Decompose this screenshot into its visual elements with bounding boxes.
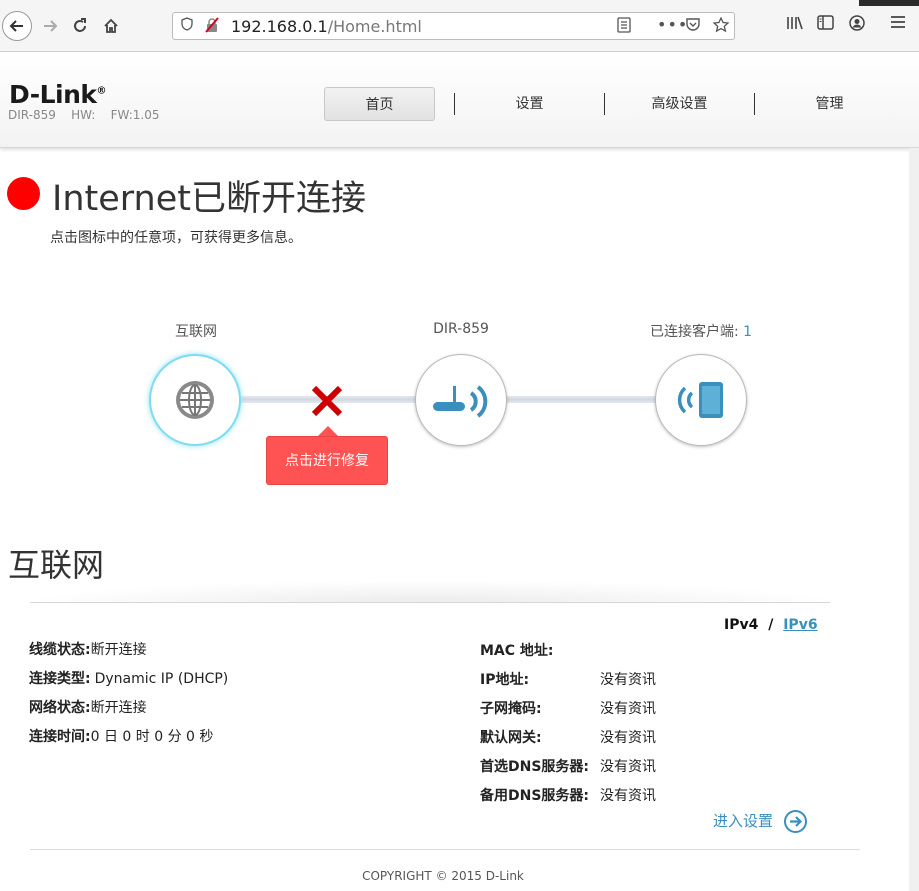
tab-advanced[interactable]: 高级设置: [624, 87, 735, 121]
info-value: 没有资讯: [600, 759, 656, 775]
page-scrollbar[interactable]: [909, 148, 919, 891]
goto-settings-link[interactable]: 进入设置: [713, 810, 773, 831]
info-key: 备用DNS服务器:: [480, 788, 590, 804]
info-key: 连接类型:: [29, 671, 91, 687]
tablet-icon: [677, 382, 723, 418]
url-path: /Home.html: [327, 17, 422, 36]
footer-divider: [30, 849, 860, 850]
info-key: 子网掩码:: [480, 701, 542, 717]
page-subtitle: 点击图标中的任意项，可获得更多信息。: [50, 230, 302, 246]
clients-label-text: 已连接客户端:: [649, 324, 744, 340]
info-value: 断开连接: [90, 700, 147, 716]
info-value: 0 日 0 时 0 分 0 秒: [90, 729, 214, 745]
info-row: 网络状态:断开连接: [29, 697, 147, 717]
model-info: DIR-859 HW: FW:1.05: [8, 108, 159, 122]
fw-label: FW:1.05: [110, 108, 160, 122]
url-host: 192.168.0.1: [231, 17, 328, 36]
info-row: 连接类型: Dynamic IP (DHCP): [29, 668, 228, 688]
info-key: 网络状态:: [29, 700, 91, 716]
copyright-text: COPYRIGHT © 2015 D-Link: [362, 869, 524, 883]
model-name: DIR-859: [8, 108, 56, 122]
repair-button[interactable]: 点击进行修复: [266, 436, 388, 485]
router-node[interactable]: [415, 354, 507, 446]
sidebar-icon[interactable]: [817, 15, 834, 34]
library-icon[interactable]: [786, 15, 804, 35]
info-key: 线缆状态:: [29, 642, 91, 658]
info-row: 线缆状态:断开连接: [29, 639, 147, 659]
address-bar[interactable]: 192.168.0.1/Home.html •••: [172, 12, 735, 40]
section-shadow: [30, 580, 830, 602]
reader-view-icon[interactable]: [617, 17, 631, 37]
internet-node-label: 互联网: [175, 324, 217, 340]
arrow-circle-right-icon[interactable]: [784, 810, 807, 833]
home-icon: [104, 18, 118, 33]
browser-toolbar: 192.168.0.1/Home.html •••: [0, 0, 919, 52]
clients-node-label: 已连接客户端: 1: [640, 321, 762, 341]
info-key: 默认网关:: [480, 730, 542, 746]
router-clients-link: [505, 396, 660, 403]
info-value: 断开连接: [90, 642, 147, 658]
back-button[interactable]: [2, 11, 32, 41]
router-node-label: DIR-859: [433, 321, 489, 337]
dlink-logo: D-Link®: [9, 80, 107, 109]
tab-management[interactable]: 管理: [774, 87, 885, 121]
forward-button[interactable]: [36, 12, 64, 40]
hw-label: HW:: [71, 108, 96, 122]
more-actions-icon[interactable]: •••: [657, 15, 688, 34]
reload-icon: [74, 18, 86, 32]
nav-divider: [604, 93, 605, 115]
info-key: IP地址:: [480, 672, 530, 688]
home-button[interactable]: [97, 12, 125, 40]
logo-text: D-Link: [9, 80, 97, 109]
insecure-lock-icon: [205, 17, 219, 37]
tab-home[interactable]: 首页: [324, 87, 435, 121]
router-icon: [433, 385, 488, 418]
bookmark-star-icon[interactable]: [712, 16, 730, 37]
disconnected-x-icon: [311, 385, 343, 417]
reload-button[interactable]: [66, 12, 94, 40]
menu-icon[interactable]: [890, 15, 906, 33]
ipv6-link[interactable]: IPv6: [783, 617, 817, 633]
info-value: 没有资讯: [600, 672, 656, 688]
page-title: Internet已断开连接: [52, 179, 366, 219]
ip-version-switch: IPv4 / IPv6: [724, 617, 818, 633]
info-key: 连接时间:: [29, 729, 91, 745]
router-header: D-Link® DIR-859 HW: FW:1.05 首页 设置 高级设置 管…: [0, 53, 919, 148]
arrow-right-icon: [44, 20, 58, 32]
url-text: 192.168.0.1/Home.html: [231, 17, 422, 36]
info-value: 没有资讯: [600, 730, 656, 746]
clients-node[interactable]: [655, 354, 747, 446]
globe-icon: [176, 381, 214, 419]
arrow-left-icon: [9, 20, 23, 32]
shield-icon: [181, 17, 193, 35]
clients-count[interactable]: 1: [743, 324, 752, 340]
nav-divider: [454, 93, 455, 115]
info-value: 没有资讯: [600, 701, 656, 717]
info-key: 首选DNS服务器:: [480, 759, 590, 775]
info-value: 没有资讯: [600, 788, 656, 804]
info-row: 连接时间:0 日 0 时 0 分 0 秒: [29, 726, 213, 746]
tab-settings[interactable]: 设置: [474, 87, 585, 121]
info-value: Dynamic IP (DHCP): [94, 671, 229, 687]
pocket-icon[interactable]: [685, 17, 701, 36]
window-edge: [859, 0, 919, 6]
account-icon[interactable]: [849, 15, 865, 35]
ipver-separator: /: [768, 617, 774, 633]
ipv4-label[interactable]: IPv4: [724, 617, 758, 633]
info-key: MAC 地址:: [480, 643, 554, 659]
repair-pointer: [318, 426, 338, 436]
internet-node[interactable]: [149, 354, 241, 446]
nav-divider: [754, 93, 755, 115]
section-divider: [30, 602, 830, 603]
status-indicator: [7, 177, 40, 210]
